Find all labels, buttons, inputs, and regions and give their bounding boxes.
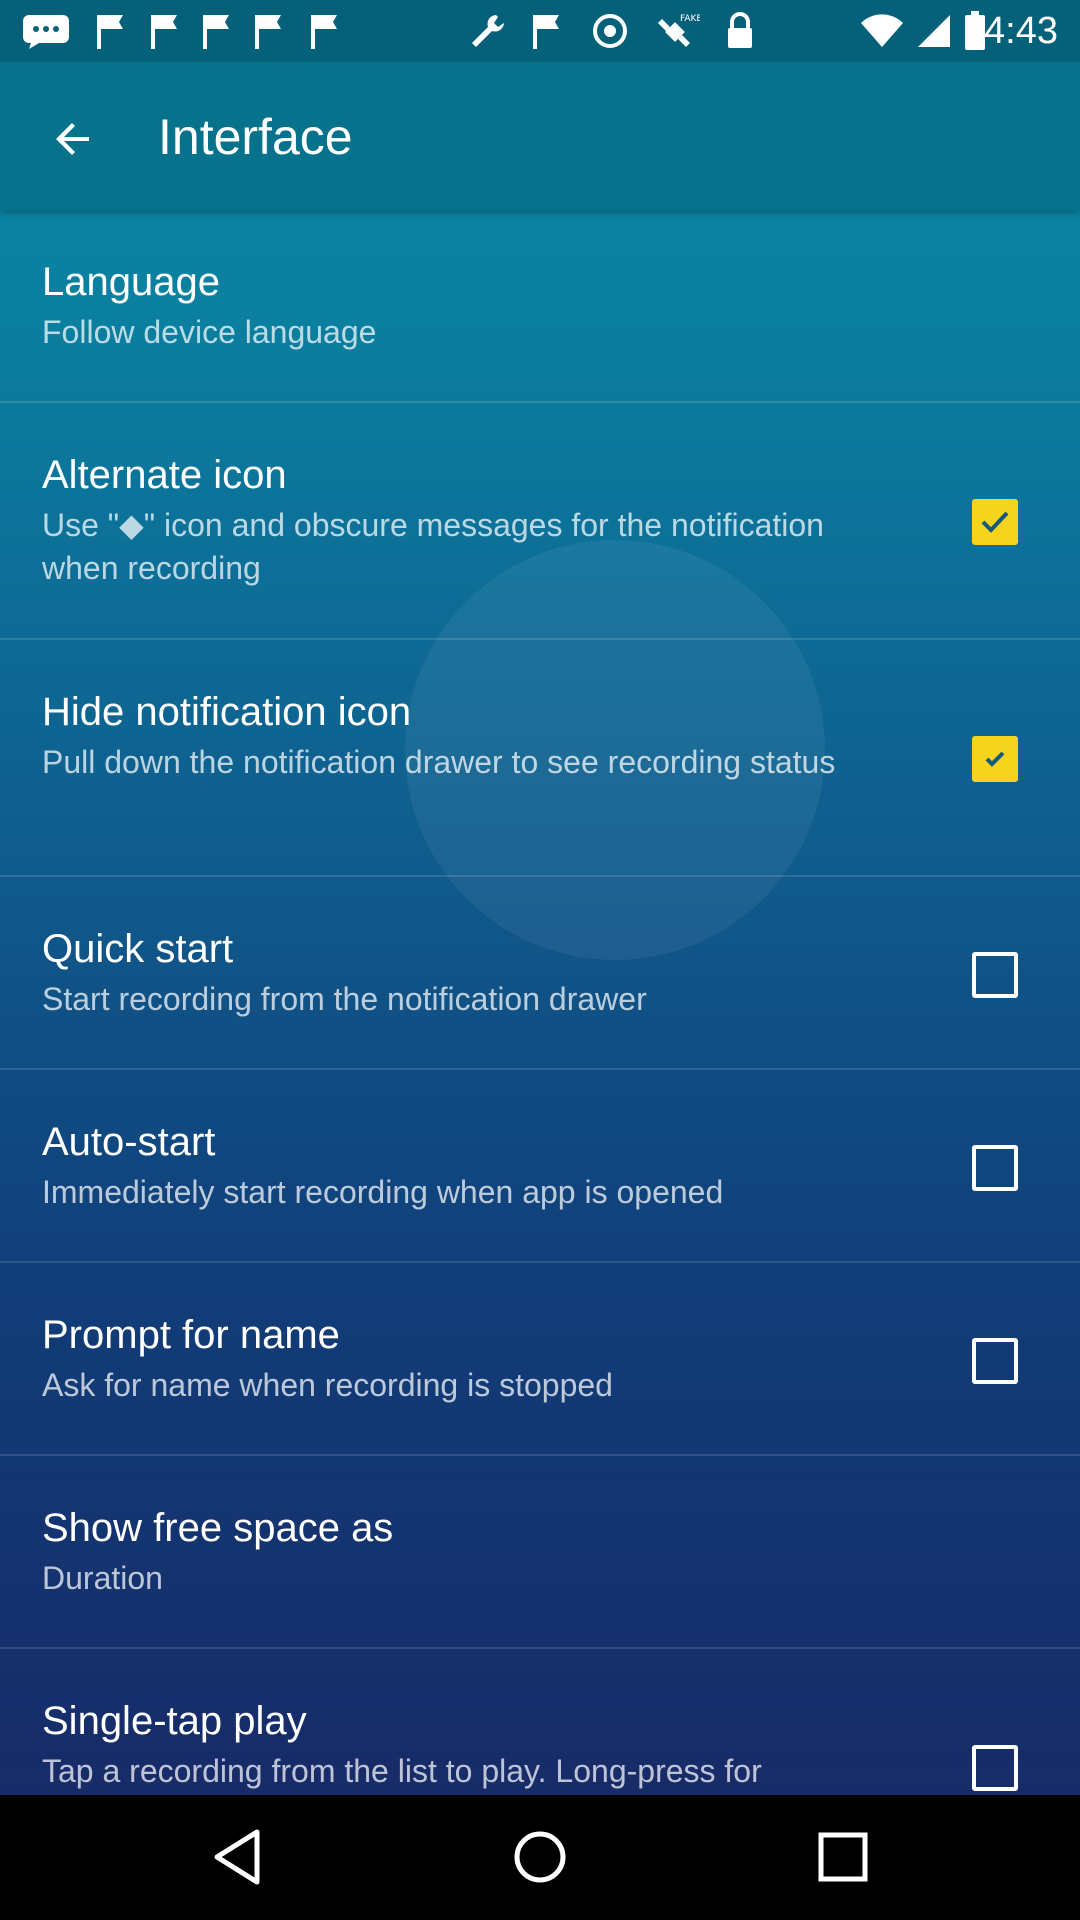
status-time: 4:43	[984, 10, 1058, 52]
setting-summary: Ask for name when recording is stopped	[42, 1367, 613, 1403]
target-icon	[590, 10, 630, 52]
flag-icon	[250, 10, 286, 52]
setting-auto-start[interactable]: Auto-start Immediately start recording w…	[0, 1070, 1080, 1263]
flag-icon	[92, 10, 128, 52]
setting-prompt-for-name[interactable]: Prompt for name Ask for name when record…	[0, 1263, 1080, 1456]
setting-title: Alternate icon	[42, 453, 287, 497]
app-bar: Interface	[0, 62, 1080, 210]
setting-language[interactable]: Language Follow device language	[0, 210, 1080, 403]
setting-hide-notification-icon[interactable]: Hide notification icon Pull down the not…	[0, 640, 1080, 877]
wifi-icon	[858, 10, 906, 52]
signal-icon	[914, 10, 954, 52]
setting-summary: Pull down the notification drawer to see…	[42, 744, 836, 780]
setting-alternate-icon[interactable]: Alternate icon Use "◆" icon and obscure …	[0, 403, 1080, 640]
nav-recents-button[interactable]	[803, 1817, 883, 1897]
setting-single-tap-play[interactable]: Single-tap play Tap a recording from the…	[0, 1649, 1080, 1795]
recents-square-icon	[818, 1832, 868, 1882]
settings-list: Language Follow device language Alternat…	[0, 210, 1080, 1795]
setting-title: Show free space as	[42, 1506, 394, 1550]
svg-text:FAKE: FAKE	[680, 14, 700, 24]
chat-icon	[20, 10, 72, 52]
setting-title: Auto-start	[42, 1120, 216, 1164]
checkmark-icon	[985, 751, 1005, 767]
setting-quick-start[interactable]: Quick start Start recording from the not…	[0, 877, 1080, 1070]
setting-summary: Immediately start recording when app is …	[42, 1174, 724, 1210]
setting-summary: Tap a recording from the list to play. L…	[42, 1753, 762, 1789]
single-tap-play-checkbox[interactable]	[972, 1745, 1018, 1791]
nav-back-button[interactable]	[197, 1817, 277, 1897]
flag-icon	[146, 10, 182, 52]
back-triangle-icon	[214, 1829, 260, 1885]
setting-title: Hide notification icon	[42, 690, 412, 734]
lock-icon	[720, 10, 760, 52]
setting-summary: Start recording from the notification dr…	[42, 981, 647, 1017]
page-title: Interface	[158, 109, 353, 165]
settings-screen: FAKE 4:43 Interface Language Follow devi…	[0, 0, 1080, 1795]
satellite-icon: FAKE	[650, 10, 702, 52]
home-circle-icon	[514, 1831, 566, 1883]
auto-start-checkbox[interactable]	[972, 1145, 1018, 1191]
checkmark-icon	[981, 511, 1009, 533]
alternate-icon-checkbox[interactable]	[972, 499, 1018, 545]
back-button[interactable]	[30, 96, 116, 182]
setting-title: Quick start	[42, 927, 234, 971]
nav-home-button[interactable]	[500, 1817, 580, 1897]
status-bar: FAKE 4:43	[0, 0, 1080, 62]
hide-notification-icon-checkbox[interactable]	[972, 736, 1018, 782]
setting-show-free-space-as[interactable]: Show free space as Duration	[0, 1456, 1080, 1649]
flag-icon	[306, 10, 342, 52]
navigation-bar	[0, 1795, 1080, 1920]
setting-summary: Duration	[42, 1560, 163, 1596]
quick-start-checkbox[interactable]	[972, 952, 1018, 998]
setting-title: Language	[42, 260, 220, 304]
wrench-icon	[466, 10, 510, 52]
setting-summary: Use "◆" icon and obscure messages for th…	[42, 507, 824, 586]
flag-icon	[528, 10, 564, 52]
setting-title: Single-tap play	[42, 1699, 307, 1743]
setting-summary: Follow device language	[42, 314, 377, 350]
flag-icon	[198, 10, 234, 52]
prompt-for-name-checkbox[interactable]	[972, 1338, 1018, 1384]
arrow-back-icon	[56, 123, 89, 155]
setting-title: Prompt for name	[42, 1313, 340, 1357]
